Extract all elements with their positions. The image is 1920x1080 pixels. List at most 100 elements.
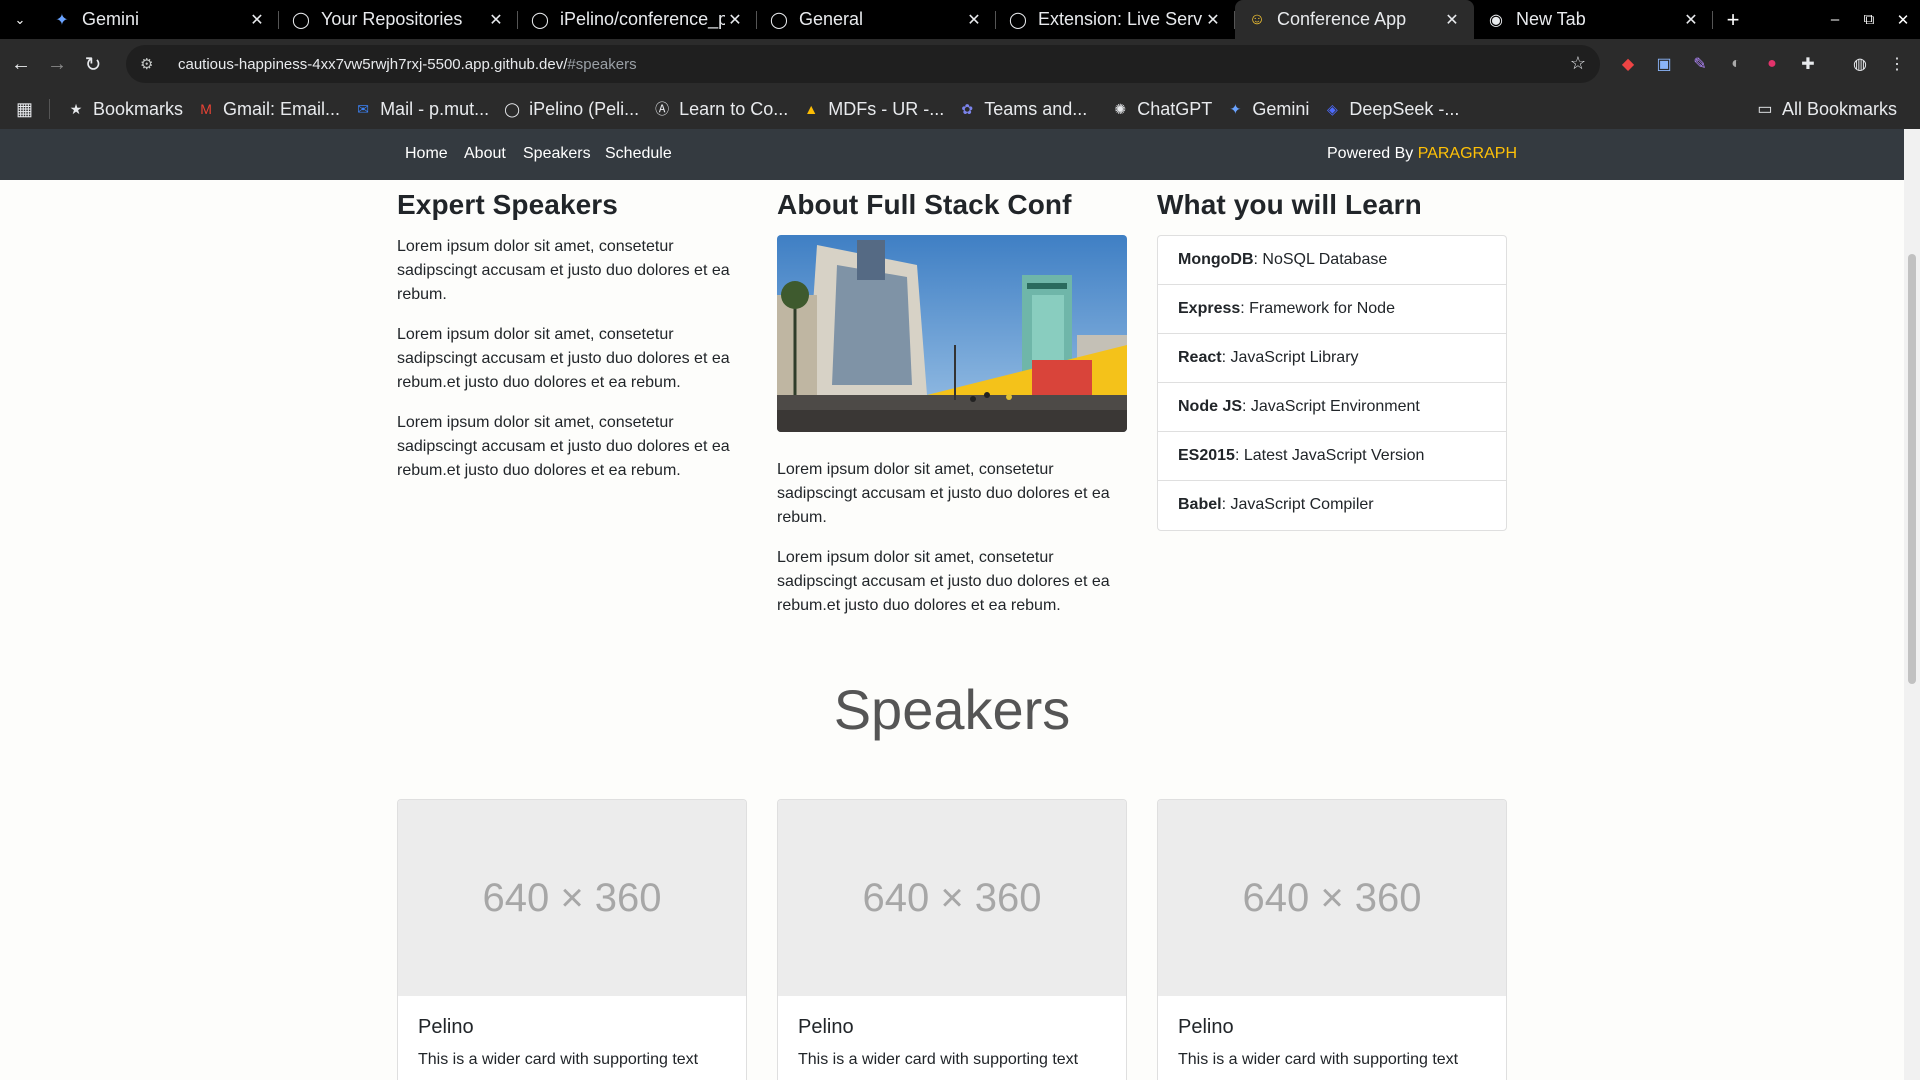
speaker-image-placeholder: 640 × 360 — [1158, 800, 1506, 996]
scrollbar-thumb[interactable] — [1908, 254, 1916, 684]
menu-kebab-icon[interactable]: ⋮ — [1884, 51, 1910, 77]
nav-link-about[interactable]: About — [464, 145, 506, 163]
close-tab-icon[interactable]: ✕ — [247, 10, 267, 30]
record-extension-icon[interactable]: ● — [1759, 51, 1785, 77]
bookmark-item[interactable]: ✦ Gemini — [1219, 99, 1316, 120]
learn-heading: What you will Learn — [1157, 189, 1422, 220]
speaker-image-placeholder: 640 × 360 — [778, 800, 1126, 996]
shield-extension-icon[interactable]: ◐ — [1723, 51, 1749, 77]
about-section: About Full Stack Conf Lorem ipsum dolor … — [777, 180, 1127, 634]
browser-tab-active[interactable]: ☺ Conference App ✕ — [1235, 0, 1474, 39]
nav-link-speakers[interactable]: Speakers — [523, 145, 591, 163]
speaker-image-placeholder: 640 × 360 — [398, 800, 746, 996]
list-item: Babel: JavaScript Compiler — [1178, 496, 1374, 514]
page-scrollbar[interactable] — [1904, 129, 1920, 1080]
minimize-icon[interactable]: – — [1818, 11, 1852, 28]
browser-tab[interactable]: ✦ Gemini ✕ — [40, 0, 279, 39]
profile-avatar-icon[interactable]: ◍ — [1847, 51, 1873, 77]
speaker-name: Pelino — [798, 1016, 854, 1038]
bookmark-item[interactable]: ◯ iPelino (Peli... — [496, 99, 646, 120]
browser-tab[interactable]: ◉ New Tab ✕ — [1474, 0, 1713, 39]
bookmark-item[interactable]: ✉ Mail - p.mut... — [347, 99, 496, 120]
browser-tab-strip: ⌄ ✦ Gemini ✕ ◯ Your Repositories ✕ ◯ iPe… — [0, 0, 1920, 39]
chatgpt-icon: ✺ — [1114, 100, 1127, 117]
list-item: ES2015: Latest JavaScript Version — [1158, 432, 1506, 481]
list-item: React: JavaScript Library — [1158, 334, 1506, 383]
close-tab-icon[interactable]: ✕ — [1442, 10, 1462, 30]
bookmark-item[interactable]: M Gmail: Email... — [190, 99, 347, 120]
codecademy-icon: Ⓐ — [655, 101, 670, 117]
close-tab-icon[interactable]: ✕ — [725, 10, 745, 30]
list-item: MongoDB: NoSQL Database — [1158, 236, 1506, 285]
tab-title: Extension: Live Serv — [1038, 9, 1203, 29]
tab-title: iPelino/conference_p — [560, 9, 725, 29]
browser-tab[interactable]: ◯ Extension: Live Serv ✕ — [996, 0, 1235, 39]
browser-tab[interactable]: ◯ Your Repositories ✕ — [279, 0, 518, 39]
close-tab-icon[interactable]: ✕ — [486, 10, 506, 30]
color-extension-icon[interactable]: ◆ — [1615, 51, 1641, 77]
forward-button[interactable]: → — [42, 46, 72, 82]
page-viewport: Home About Speakers Schedule Powered By … — [0, 129, 1904, 1080]
new-tab-button[interactable]: + — [1713, 0, 1753, 39]
bookmark-item[interactable]: ✺ ChatGPT — [1104, 99, 1219, 120]
nav-link-home[interactable]: Home — [405, 145, 448, 163]
bookmark-item[interactable]: Ⓐ Learn to Co... — [646, 99, 795, 120]
brand-link[interactable]: PARAGRAPH — [1418, 145, 1517, 162]
deepseek-icon: ◈ — [1326, 100, 1338, 117]
close-tab-icon[interactable]: ✕ — [1681, 10, 1701, 30]
url-text[interactable]: cautious-happiness-4xx7vw5rwjh7rxj-5500.… — [178, 56, 637, 73]
tab-search-button[interactable]: ⌄ — [0, 0, 40, 39]
gemini-icon: ✦ — [1229, 100, 1242, 117]
bookmark-item[interactable]: ▲ MDFs - UR -... — [795, 99, 951, 120]
speaker-card: 640 × 360 Pelino This is a wider card wi… — [397, 799, 747, 1080]
github-icon: ◯ — [504, 100, 520, 117]
speaker-name: Pelino — [418, 1016, 474, 1038]
learn-list: MongoDB: NoSQL Database Express: Framewo… — [1157, 234, 1507, 531]
tab-title: Gemini — [82, 9, 140, 29]
chrome-icon: ◉ — [1489, 11, 1503, 29]
github-icon: ◯ — [770, 11, 788, 29]
list-item: Node JS: JavaScript Environment — [1158, 383, 1506, 432]
bookmark-item[interactable]: ★ Bookmarks — [60, 99, 190, 120]
close-tab-icon[interactable]: ✕ — [964, 10, 984, 30]
nav-link-schedule[interactable]: Schedule — [605, 145, 672, 163]
speaker-text: This is a wider card with supporting tex… — [418, 1051, 699, 1068]
gmail-icon: M — [200, 101, 212, 117]
star-icon: ★ — [69, 100, 83, 117]
speaker-card: 640 × 360 Pelino This is a wider card wi… — [1157, 799, 1507, 1080]
city-street-photo — [777, 234, 1127, 432]
translate-extension-icon[interactable]: ▣ — [1651, 51, 1677, 77]
restore-icon[interactable]: ⧉ — [1852, 11, 1886, 28]
github-icon: ◯ — [531, 11, 549, 29]
site-info-icon[interactable]: ⚙ — [140, 55, 162, 73]
all-bookmarks-button[interactable]: ▭ All Bookmarks — [1749, 89, 1904, 129]
bookmarks-bar: ▦ ★ Bookmarks M Gmail: Email... ✉ Mail - p.… — [0, 89, 1920, 129]
outlook-icon: ✉ — [357, 100, 369, 117]
reload-button[interactable]: ↻ — [78, 46, 108, 82]
close-window-icon[interactable]: ✕ — [1886, 11, 1920, 29]
bookmark-item[interactable]: ◈ DeepSeek -... — [1316, 99, 1466, 120]
close-tab-icon[interactable]: ✕ — [1203, 10, 1223, 30]
pen-extension-icon[interactable]: ✎ — [1687, 51, 1713, 77]
teams-icon: ✿ — [961, 100, 974, 117]
apps-grid-icon[interactable]: ▦ — [0, 99, 50, 119]
expert-speakers-section: Expert Speakers Lorem ipsum dolor sit am… — [397, 180, 747, 499]
tab-title: New Tab — [1516, 9, 1586, 29]
bookmark-star-icon[interactable]: ☆ — [1570, 53, 1586, 74]
paragraph: Lorem ipsum dolor sit amet, consetetur s… — [397, 413, 730, 479]
address-bar[interactable]: ⚙ cautious-happiness-4xx7vw5rwjh7rxj-550… — [126, 45, 1600, 83]
tab-title: Conference App — [1277, 9, 1407, 29]
browser-tab[interactable]: ◯ General ✕ — [757, 0, 996, 39]
speaker-name: Pelino — [1178, 1016, 1234, 1038]
gemini-icon: ✦ — [55, 11, 69, 29]
powered-by-text: Powered By PARAGRAPH — [1327, 145, 1517, 162]
extensions-puzzle-icon[interactable]: ✚ — [1795, 51, 1821, 77]
folder-icon: ▭ — [1757, 101, 1773, 118]
drive-icon: ▲ — [804, 101, 819, 117]
back-button[interactable]: ← — [6, 46, 36, 82]
speaker-card: 640 × 360 Pelino This is a wider card wi… — [777, 799, 1127, 1080]
learn-section: What you will Learn MongoDB: NoSQL Datab… — [1157, 180, 1507, 531]
bookmark-item[interactable]: ✿ Teams and... — [951, 99, 1094, 120]
browser-tab[interactable]: ◯ iPelino/conference_p ✕ — [518, 0, 757, 39]
list-item: Express: Framework for Node — [1158, 285, 1506, 334]
